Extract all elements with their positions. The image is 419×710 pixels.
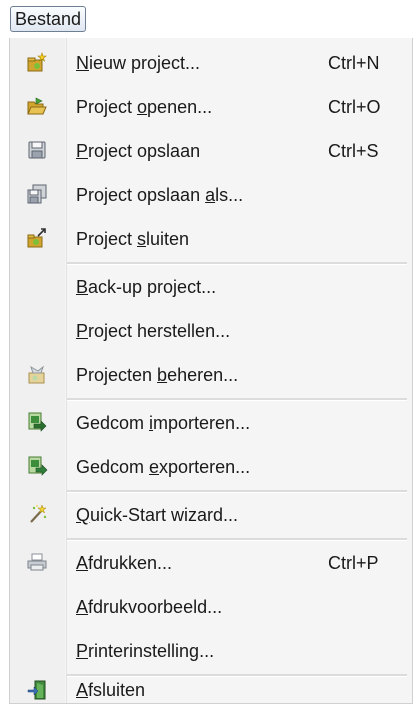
- shortcut-label: Ctrl+O: [328, 97, 381, 117]
- shortcut-label: Ctrl+S: [328, 141, 379, 161]
- menu-item-open-project[interactable]: Project openen... Ctrl+O: [10, 85, 412, 129]
- menu-item-close-project[interactable]: Project sluiten: [10, 217, 412, 261]
- save-as-icon: [26, 183, 48, 205]
- menu-item-new-project[interactable]: Nieuw project... Ctrl+N: [10, 41, 412, 85]
- shortcut-label: Ctrl+P: [328, 553, 379, 573]
- menu-bestand[interactable]: Bestand: [10, 6, 87, 32]
- menu-item-printer-settings[interactable]: Printerinstelling...: [10, 629, 412, 673]
- menu-item-save-project[interactable]: Project opslaan Ctrl+S: [10, 129, 412, 173]
- exit-door-icon: [26, 679, 48, 701]
- menu-item-backup-project[interactable]: Back-up project...: [10, 265, 412, 309]
- close-project-icon: [26, 227, 48, 249]
- menu-item-quickstart-wizard[interactable]: Quick-Start wizard...: [10, 493, 412, 537]
- gedcom-import-icon: [26, 411, 48, 433]
- save-icon: [26, 139, 48, 161]
- menu-item-gedcom-export[interactable]: Gedcom exporteren...: [10, 445, 412, 489]
- file-menu-dropdown: Nieuw project... Ctrl+N Project openen..…: [9, 38, 413, 704]
- menu-item-manage-projects[interactable]: Projecten beheren...: [10, 353, 412, 397]
- menu-item-gedcom-import[interactable]: Gedcom importeren...: [10, 401, 412, 445]
- menu-item-print[interactable]: Afdrukken... Ctrl+P: [10, 541, 412, 585]
- manage-projects-icon: [26, 363, 48, 385]
- gedcom-export-icon: [26, 455, 48, 477]
- wizard-wand-icon: [26, 503, 48, 525]
- printer-icon: [26, 551, 48, 573]
- shortcut-label: Ctrl+N: [328, 53, 380, 73]
- menu-item-exit[interactable]: Afsluiten: [10, 677, 412, 703]
- menu-item-print-preview[interactable]: Afdrukvoorbeeld...: [10, 585, 412, 629]
- new-project-icon: [26, 51, 48, 73]
- menu-item-save-project-as[interactable]: Project opslaan als...: [10, 173, 412, 217]
- open-project-icon: [26, 95, 48, 117]
- menu-bar: Bestand: [0, 0, 419, 38]
- menu-item-restore-project[interactable]: Project herstellen...: [10, 309, 412, 353]
